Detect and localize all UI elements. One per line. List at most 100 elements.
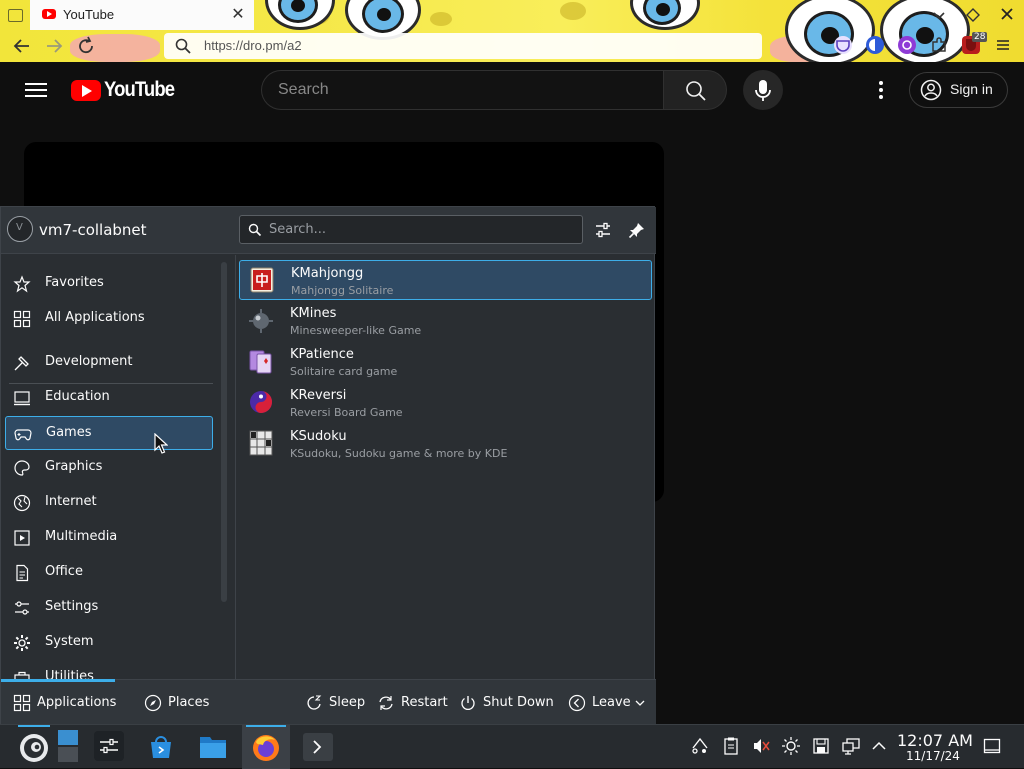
- firefox-task[interactable]: [242, 725, 290, 769]
- clock-time[interactable]: 12:07 AM: [897, 731, 973, 750]
- category-system[interactable]: System: [5, 626, 213, 660]
- youtube-header: YouTube Search Sign in: [0, 62, 1024, 118]
- category-scrollbar[interactable]: [221, 262, 227, 602]
- account-icon: [920, 79, 942, 101]
- configure-icon[interactable]: [593, 220, 613, 240]
- category-label: Office: [45, 564, 83, 579]
- forward-icon[interactable]: [42, 34, 66, 58]
- palette-icon: [14, 460, 30, 476]
- show-desktop-icon[interactable]: [982, 736, 1002, 756]
- media-icon: [14, 530, 30, 546]
- back-icon[interactable]: [10, 34, 34, 58]
- discover-task[interactable]: [138, 725, 186, 769]
- ublock-badge: 28: [972, 32, 988, 42]
- tab-youtube[interactable]: YouTube ✕: [30, 0, 254, 30]
- app-kreversi[interactable]: KReversi Reversi Board Game: [239, 383, 652, 423]
- youtube-search-input[interactable]: Search: [261, 70, 663, 110]
- active-indicator: [246, 725, 286, 727]
- brightness-icon[interactable]: [781, 736, 801, 756]
- more-options-icon[interactable]: [869, 78, 893, 102]
- hammer-icon: [14, 356, 29, 371]
- terminal-task[interactable]: [294, 725, 342, 769]
- url-bar[interactable]: https://dro.pm/a2: [164, 33, 762, 59]
- pager-button[interactable]: [52, 725, 84, 769]
- sleep-label: Sleep: [329, 695, 366, 710]
- tab-close-icon[interactable]: ✕: [229, 5, 247, 23]
- youtube-search-placeholder: Search: [278, 81, 329, 98]
- category-graphics[interactable]: Graphics: [5, 451, 213, 485]
- category-label: Graphics: [45, 459, 103, 474]
- app-name: KMines: [290, 306, 337, 321]
- category-internet[interactable]: Internet: [5, 486, 213, 520]
- pin-icon[interactable]: [627, 220, 647, 240]
- shutdown-label: Shut Down: [483, 695, 554, 710]
- category-multimedia[interactable]: Multimedia: [5, 521, 213, 555]
- sign-in-button[interactable]: Sign in: [909, 72, 1008, 108]
- app-name: KSudoku: [290, 429, 347, 444]
- app-description: Reversi Board Game: [290, 406, 403, 419]
- category-all-applications[interactable]: All Applications: [5, 302, 213, 336]
- network-icon[interactable]: [841, 736, 861, 756]
- app-ksudoku[interactable]: KSudoku KSudoku, Sudoku game & more by K…: [239, 424, 652, 464]
- category-education[interactable]: Education: [5, 381, 213, 415]
- search-icon: [248, 223, 262, 237]
- disk-icon[interactable]: [811, 736, 831, 756]
- system-settings-task[interactable]: [86, 725, 134, 769]
- app-description: KSudoku, Sudoku game & more by KDE: [290, 447, 508, 460]
- window-close-icon[interactable]: [998, 5, 1016, 23]
- app-kmahjongg[interactable]: KMahjongg Mahjongg Solitaire: [239, 260, 652, 300]
- voice-search-button[interactable]: [743, 70, 783, 110]
- firefox-icon: [253, 735, 279, 761]
- category-label: Games: [46, 425, 92, 440]
- tab-overview-icon[interactable]: [5, 5, 25, 25]
- globe-icon: [13, 494, 31, 512]
- extensions-icon[interactable]: [930, 36, 948, 54]
- folder-icon: [200, 737, 226, 758]
- chevron-up-icon[interactable]: [869, 736, 889, 756]
- category-office[interactable]: Office: [5, 556, 213, 590]
- clock-date[interactable]: 11/17/24: [906, 749, 960, 763]
- launcher-search-input[interactable]: Search...: [239, 215, 583, 244]
- diamond-icon[interactable]: [964, 6, 982, 24]
- power-icon: [461, 696, 475, 710]
- gear-icon: [14, 635, 30, 651]
- app-kpatience[interactable]: KPatience Solitaire card game: [239, 342, 652, 382]
- youtube-search-button[interactable]: [663, 70, 727, 110]
- profile-extension-icon[interactable]: [898, 36, 916, 54]
- ksudoku-icon: [249, 430, 273, 456]
- grid-icon: [13, 694, 31, 712]
- file-manager-task[interactable]: [190, 725, 238, 769]
- star-icon: [13, 275, 31, 293]
- youtube-favicon-icon: [42, 9, 56, 19]
- kdeconnect-icon[interactable]: [690, 736, 710, 756]
- divider: [235, 255, 236, 679]
- sleep-icon: [307, 695, 322, 710]
- kmahjongg-icon: [250, 267, 274, 293]
- category-settings[interactable]: Settings: [5, 591, 213, 625]
- reload-icon[interactable]: [74, 34, 98, 58]
- category-development[interactable]: Development: [5, 346, 213, 380]
- volume-muted-icon[interactable]: [751, 736, 771, 756]
- category-utilities[interactable]: Utilities: [5, 661, 213, 679]
- opensuse-logo-icon: [20, 734, 48, 762]
- application-launcher-button[interactable]: [10, 725, 58, 769]
- avatar[interactable]: [7, 216, 33, 242]
- active-indicator: [18, 725, 50, 727]
- search-icon: [174, 37, 192, 55]
- dark-reader-icon[interactable]: [866, 36, 884, 54]
- category-label: All Applications: [45, 310, 145, 325]
- clipboard-icon[interactable]: [721, 736, 741, 756]
- category-favorites[interactable]: Favorites: [5, 267, 213, 301]
- hamburger-menu-icon[interactable]: [24, 79, 48, 101]
- toolbox-icon: [14, 671, 30, 679]
- app-name: KMahjongg: [291, 266, 364, 281]
- chevron-down-icon[interactable]: [930, 6, 948, 24]
- category-games[interactable]: Games: [5, 416, 213, 450]
- kmines-icon: [249, 309, 273, 333]
- category-label: Multimedia: [45, 529, 118, 544]
- pocket-icon[interactable]: [834, 36, 852, 54]
- menu-icon[interactable]: [994, 36, 1012, 54]
- launcher-footer: Applications Places Sleep Restart Shut D…: [1, 679, 656, 725]
- settings-app-icon: [94, 731, 124, 761]
- app-kmines[interactable]: KMines Minesweeper-like Game: [239, 301, 652, 341]
